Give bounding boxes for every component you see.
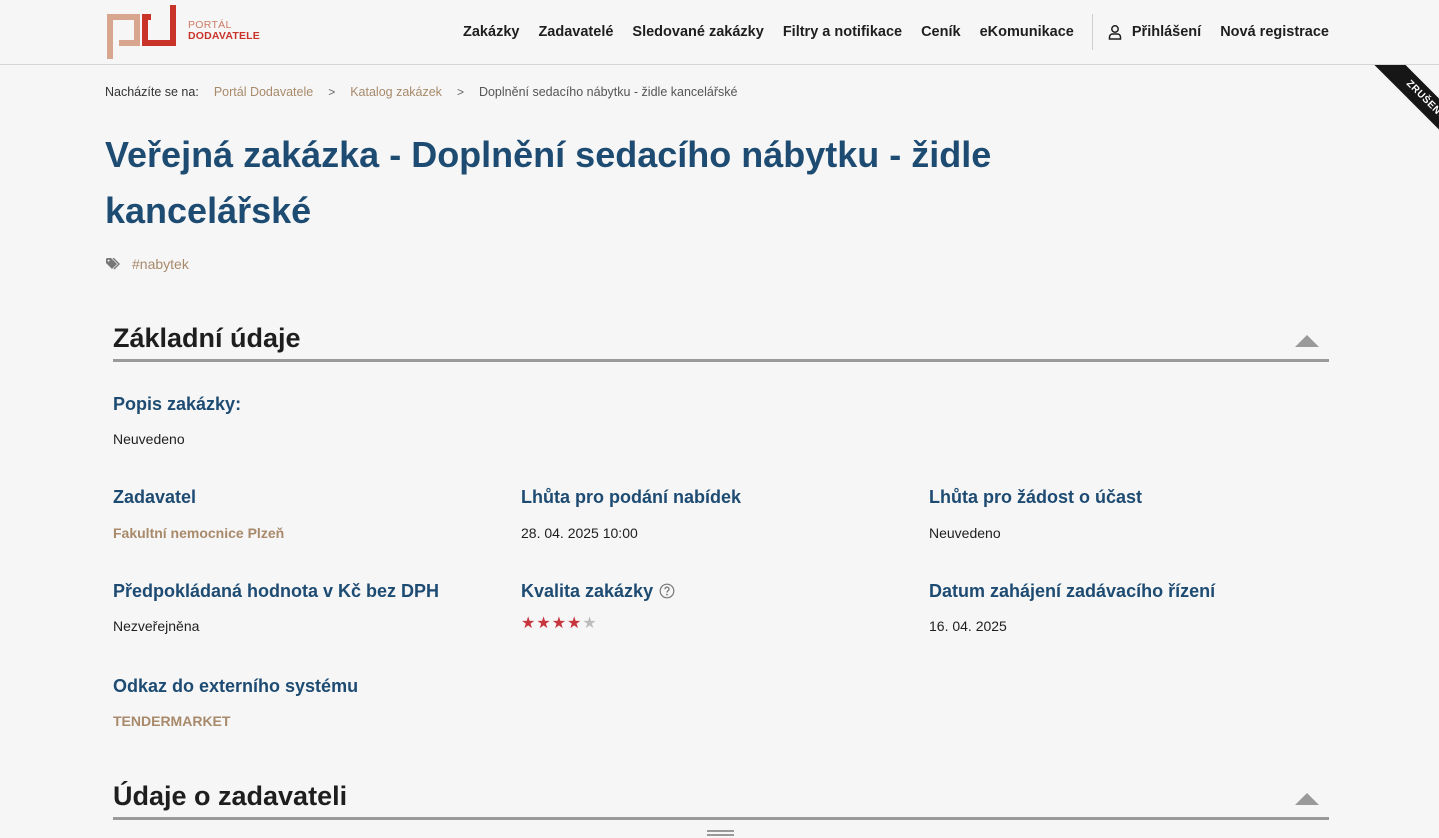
star-filled-icon: ★ <box>521 615 536 632</box>
quality-label-text: Kvalita zakázky <box>521 581 654 601</box>
external-system-link[interactable]: TENDERMARKET <box>113 713 230 729</box>
status-banner-text: ZRUŠENO <box>1368 65 1439 155</box>
nav-zadavatele[interactable]: Zadavatelé <box>538 24 613 40</box>
nav-ekomunikace[interactable]: eKomunikace <box>980 24 1074 40</box>
breadcrumb-current: Doplnění sedacího nábytku - židle kancel… <box>478 85 738 99</box>
nav-sledovane-zakazky[interactable]: Sledované zakázky <box>632 24 763 40</box>
section-authority-heading: Údaje o zadavateli <box>113 781 348 811</box>
nav-zakazky[interactable]: Zakázky <box>463 24 519 40</box>
star-empty-icon: ★ <box>582 615 597 632</box>
nav-cenik[interactable]: Ceník <box>921 24 961 40</box>
site-logo[interactable]: PORTÁL DODAVATELE <box>107 3 267 61</box>
breadcrumb-label: Nacházíte se na: <box>105 85 199 99</box>
main-nav: Zakázky Zadavatelé Sledované zakázky Fil… <box>463 0 1329 64</box>
quality-rating-stars: ★ ★ ★ ★ ★ <box>521 616 598 632</box>
logo-text: PORTÁL DODAVATELE <box>188 20 260 42</box>
contracting-authority-link[interactable]: Fakultní nemocnice Plzeň <box>113 525 284 541</box>
section-basic-heading: Základní údaje <box>113 323 301 353</box>
offer-deadline-value: 28. 04. 2025 10:00 <box>521 525 638 541</box>
login-link[interactable]: Přihlášení <box>1107 24 1201 40</box>
star-filled-icon: ★ <box>567 615 582 632</box>
participation-deadline-label: Lhůta pro žádost o účast <box>929 487 1143 507</box>
breadcrumb-item-katalog[interactable]: Katalog zakázek <box>350 85 442 99</box>
logo-line2: DODAVATELE <box>188 30 260 42</box>
participation-deadline-value: Neuvedeno <box>929 525 1001 541</box>
tag-link[interactable]: #nabytek <box>132 256 189 272</box>
help-icon[interactable] <box>659 583 675 599</box>
breadcrumb: Nacházíte se na: Portál Dodavatele > Kat… <box>105 85 737 99</box>
tag-list: #nabytek <box>106 256 189 272</box>
tags-icon <box>106 258 120 270</box>
estimated-value-value: Nezveřejněna <box>113 618 200 634</box>
drag-handle-icon[interactable] <box>707 830 734 838</box>
star-filled-icon: ★ <box>536 615 551 632</box>
section-basic-header: Základní údaje <box>113 322 1329 362</box>
description-value: Neuvedeno <box>113 431 185 447</box>
start-date-value: 16. 04. 2025 <box>929 618 1007 634</box>
external-link-label: Odkaz do externího systému <box>113 676 359 696</box>
contracting-authority-label: Zadavatel <box>113 487 197 507</box>
section-authority-header: Údaje o zadavateli <box>113 780 1329 820</box>
collapse-icon[interactable] <box>1294 792 1320 806</box>
site-header: PORTÁL DODAVATELE Zakázky Zadavatelé Sle… <box>0 0 1439 65</box>
breadcrumb-separator: > <box>456 85 464 99</box>
quality-label: Kvalita zakázky <box>521 581 675 602</box>
star-filled-icon: ★ <box>551 615 567 632</box>
register-link[interactable]: Nová registrace <box>1220 24 1329 40</box>
estimated-value-label: Předpokládaná hodnota v Kč bez DPH <box>113 581 440 601</box>
offer-deadline-label: Lhůta pro podání nabídek <box>521 487 741 507</box>
breadcrumb-item-portal[interactable]: Portál Dodavatele <box>214 85 313 99</box>
collapse-icon[interactable] <box>1294 334 1320 348</box>
login-label: Přihlášení <box>1131 24 1202 40</box>
status-corner-banner: ZRUŠENO <box>1349 65 1439 155</box>
logo-icon <box>107 5 176 59</box>
nav-filtry-a-notifikace[interactable]: Filtry a notifikace <box>783 24 902 40</box>
nav-divider <box>1091 14 1093 50</box>
breadcrumb-separator: > <box>328 85 336 99</box>
user-icon <box>1108 25 1122 40</box>
page-title: Veřejná zakázka - Doplnění sedacího náby… <box>105 134 992 231</box>
description-label: Popis zakázky: <box>113 394 242 414</box>
start-date-label: Datum zahájení zadávacího řízení <box>929 581 1216 601</box>
